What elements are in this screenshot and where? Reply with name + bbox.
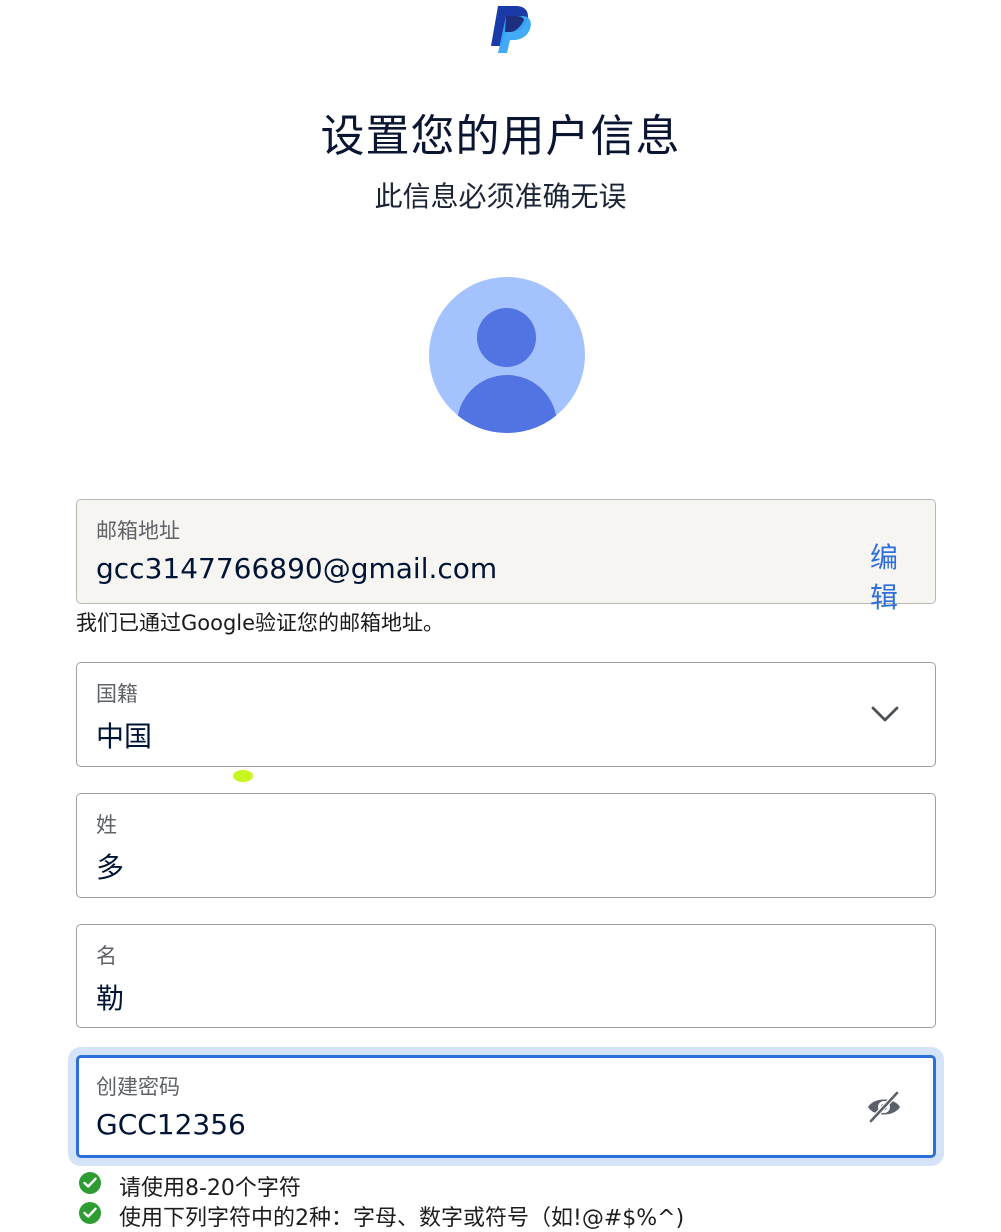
password-rule-text: 请使用8-20个字符 bbox=[119, 1176, 301, 1201]
check-icon bbox=[79, 1172, 101, 1194]
password-rule-text: 使用下列字符中的2种：字母、数字或符号（如!@#$%^) bbox=[119, 1206, 685, 1231]
email-verified-helper: 我们已通过Google验证您的邮箱地址。 bbox=[76, 611, 445, 635]
nationality-select[interactable]: 国籍 中国 bbox=[76, 662, 936, 767]
password-value: GCC12356 bbox=[96, 1108, 246, 1141]
nationality-label: 国籍 bbox=[96, 682, 138, 706]
page-title: 设置您的用户信息 bbox=[320, 111, 681, 162]
email-label: 邮箱地址 bbox=[96, 519, 180, 543]
first-name-label: 名 bbox=[96, 944, 117, 968]
paypal-logo bbox=[486, 4, 532, 54]
cursor-marker-icon bbox=[233, 770, 253, 782]
last-name-label: 姓 bbox=[96, 813, 117, 837]
email-field: 邮箱地址 gcc3147766890@gmail.com 编辑 bbox=[76, 499, 936, 614]
last-name-value: 多 bbox=[96, 851, 125, 884]
last-name-field[interactable]: 姓 多 bbox=[76, 793, 936, 898]
first-name-field[interactable]: 名 勒 bbox=[76, 924, 936, 1028]
email-value: gcc3147766890@gmail.com bbox=[96, 552, 498, 585]
nationality-value: 中国 bbox=[96, 720, 153, 753]
edit-email-link[interactable]: 编辑 bbox=[869, 538, 899, 618]
chevron-down-icon bbox=[871, 706, 899, 722]
page-subtitle: 此信息必须准确无误 bbox=[374, 180, 627, 213]
check-icon bbox=[79, 1202, 101, 1224]
avatar-placeholder-icon[interactable] bbox=[429, 277, 585, 433]
password-field[interactable]: 创建密码 GCC12356 bbox=[76, 1055, 936, 1158]
first-name-value: 勒 bbox=[96, 982, 125, 1015]
avatar-body bbox=[457, 375, 557, 433]
avatar-head bbox=[477, 308, 536, 367]
eye-slash-icon[interactable] bbox=[865, 1090, 903, 1124]
password-label: 创建密码 bbox=[96, 1075, 180, 1099]
